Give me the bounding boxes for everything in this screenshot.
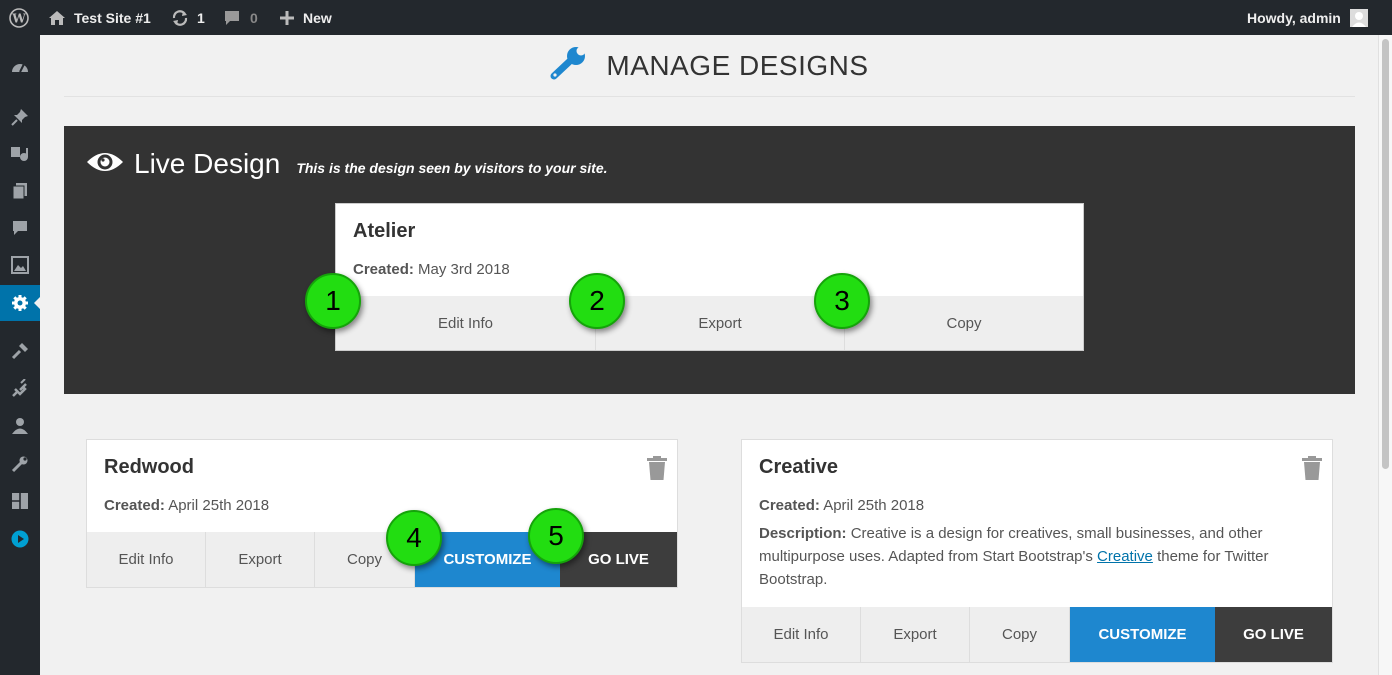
description-label: Description: [759, 525, 847, 542]
callout-marker-2: 2 [569, 273, 625, 329]
copy-button[interactable]: Copy [845, 296, 1083, 350]
live-design-heading: Live Design This is the design seen by v… [86, 148, 608, 180]
dashboard-icon[interactable] [0, 49, 40, 85]
created-label: Created: [759, 497, 820, 514]
export-button[interactable]: Export [596, 296, 845, 350]
created-date: May 3rd 2018 [418, 261, 510, 278]
callout-marker-5: 5 [528, 508, 584, 564]
copy-button[interactable]: Copy [970, 607, 1070, 662]
comments-count: 0 [250, 9, 258, 26]
design-created: Created: April 25th 2018 [104, 497, 269, 514]
created-date: April 25th 2018 [823, 497, 925, 514]
page-header: MANAGE DESIGNS [64, 35, 1355, 97]
admin-bar: W Test Site #1 1 0 New Howdy, admin [0, 0, 1392, 35]
go-live-button[interactable]: GO LIVE [1215, 607, 1332, 662]
updates-count: 1 [197, 9, 205, 26]
callout-marker-1: 1 [305, 273, 361, 329]
comments-link[interactable]: 0 [223, 0, 258, 35]
users-icon[interactable] [0, 408, 40, 444]
design-name: Redwood [104, 456, 194, 478]
svg-text:W: W [11, 11, 26, 25]
callout-marker-4: 4 [386, 510, 442, 566]
play-icon[interactable] [0, 521, 40, 557]
design-card-redwood: Redwood Created: April 25th 2018 Edit In… [86, 439, 678, 588]
main-content: MANAGE DESIGNS Live Design This is the d… [40, 35, 1378, 675]
site-name-link[interactable]: Test Site #1 [48, 0, 151, 35]
created-date: April 25th 2018 [168, 497, 270, 514]
design-name: Creative [759, 456, 838, 478]
export-button[interactable]: Export [861, 607, 970, 662]
home-icon [48, 10, 66, 26]
design-created: Created: April 25th 2018 [759, 497, 924, 514]
pages-icon[interactable] [0, 173, 40, 209]
trash-icon[interactable] [1302, 456, 1322, 485]
tools-icon[interactable] [0, 446, 40, 482]
pin-icon[interactable] [0, 99, 40, 135]
scrollbar-thumb[interactable] [1382, 39, 1389, 469]
creative-theme-link[interactable]: Creative [1097, 548, 1153, 565]
comments-icon[interactable] [0, 210, 40, 246]
updates-icon [171, 9, 189, 27]
created-label: Created: [104, 497, 165, 514]
trash-icon[interactable] [647, 456, 667, 485]
new-label: New [303, 9, 332, 26]
live-design-actions: Edit Info Export Copy [336, 296, 1083, 350]
live-design-panel: Live Design This is the design seen by v… [64, 126, 1355, 394]
design-name: Atelier [353, 220, 416, 242]
plus-icon [279, 10, 295, 26]
export-button[interactable]: Export [206, 532, 315, 587]
account-menu[interactable]: Howdy, admin [1247, 0, 1368, 35]
layout-icon[interactable] [0, 483, 40, 519]
comment-icon [223, 10, 241, 26]
design-created: Created: May 3rd 2018 [353, 261, 510, 278]
design-card-creative: Creative Created: April 25th 2018 Descri… [741, 439, 1333, 663]
live-design-card: Atelier Created: May 3rd 2018 Edit Info … [335, 203, 1084, 351]
edit-info-button[interactable]: Edit Info [87, 532, 206, 587]
appearance-icon[interactable] [0, 333, 40, 369]
design-actions: Edit Info Export Copy CUSTOMIZE GO LIVE [742, 607, 1332, 662]
design-description: Description: Creative is a design for cr… [759, 522, 1319, 591]
live-design-title: Live Design [134, 148, 281, 179]
live-design-description: This is the design seen by visitors to y… [296, 160, 608, 176]
design-actions: Edit Info Export Copy CUSTOMIZE GO LIVE [87, 532, 677, 587]
wrench-icon [550, 46, 590, 85]
media-icon[interactable] [0, 136, 40, 172]
avatar [1349, 8, 1368, 27]
updates-link[interactable]: 1 [171, 0, 205, 35]
created-label: Created: [353, 261, 414, 278]
page-title: MANAGE DESIGNS [606, 49, 869, 81]
edit-info-button[interactable]: Edit Info [742, 607, 861, 662]
page-scrollbar[interactable] [1378, 35, 1392, 675]
customize-button[interactable]: CUSTOMIZE [1070, 607, 1215, 662]
settings-icon[interactable] [0, 285, 40, 321]
edit-info-button[interactable]: Edit Info [336, 296, 596, 350]
eye-icon [86, 150, 124, 179]
callout-marker-3: 3 [814, 273, 870, 329]
admin-sidebar [0, 35, 40, 675]
howdy-text: Howdy, admin [1247, 9, 1341, 26]
wordpress-logo-icon[interactable]: W [9, 0, 29, 35]
site-name: Test Site #1 [74, 9, 151, 26]
gallery-icon[interactable] [0, 247, 40, 283]
new-content-link[interactable]: New [279, 0, 332, 35]
plugins-icon[interactable] [0, 370, 40, 406]
